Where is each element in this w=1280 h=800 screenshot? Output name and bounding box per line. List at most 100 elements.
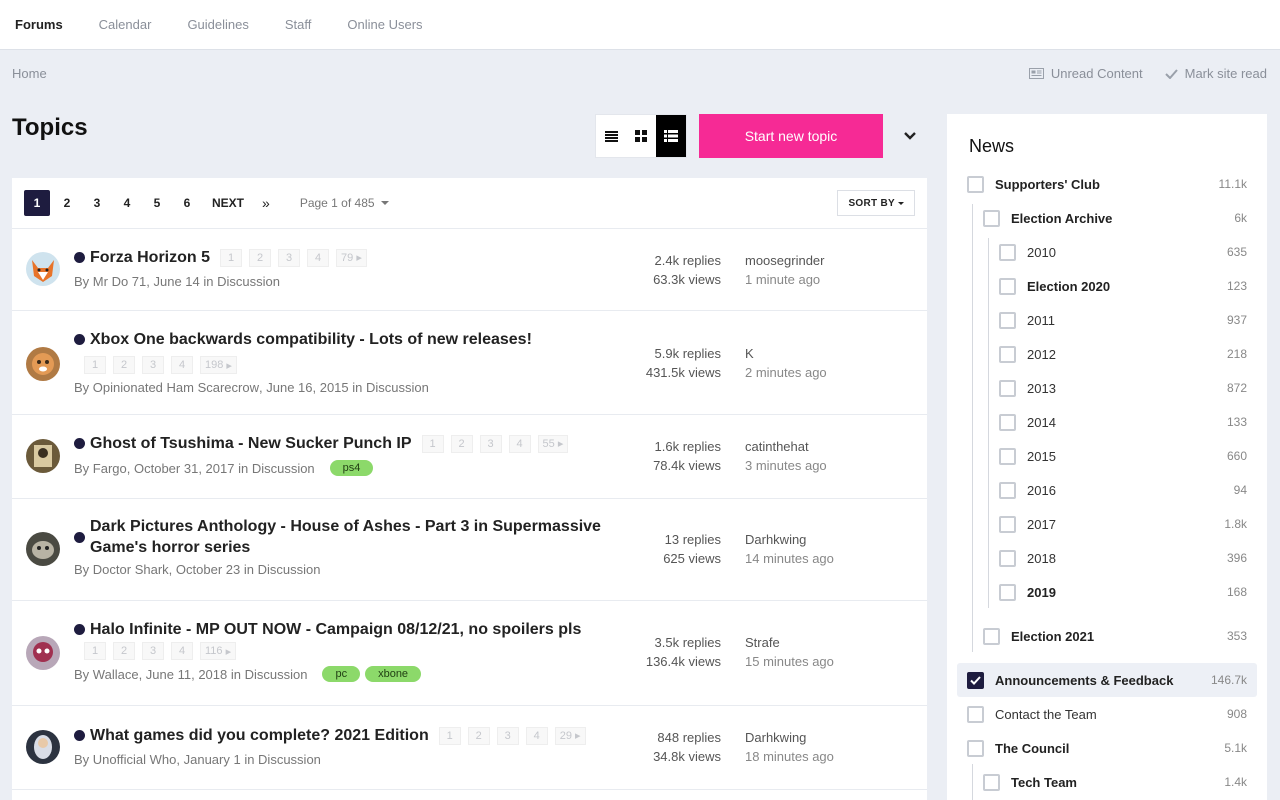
checkbox-checked[interactable] — [967, 671, 984, 689]
checkbox[interactable] — [999, 345, 1016, 363]
topic-author[interactable]: Fargo — [93, 461, 127, 476]
next-page-link[interactable]: NEXT — [212, 196, 244, 210]
topic-page-link[interactable]: 4 — [171, 642, 193, 660]
checkbox[interactable] — [999, 277, 1016, 295]
forum-item[interactable]: 2019 168 — [999, 575, 1247, 609]
topic-page-link[interactable]: 4 — [171, 356, 193, 374]
forum-item[interactable]: 2017 1.8k — [999, 507, 1247, 541]
topic-author[interactable]: Mr Do 71 — [93, 274, 146, 289]
avatar[interactable] — [26, 252, 60, 286]
forum-item-selected[interactable]: Announcements & Feedback 146.7k — [957, 663, 1257, 697]
nav-guidelines[interactable]: Guidelines — [187, 17, 248, 32]
mark-site-read-link[interactable]: Mark site read — [1164, 66, 1267, 81]
chevron-down-icon[interactable] — [902, 128, 918, 144]
unread-content-link[interactable]: Unread Content — [1028, 66, 1143, 81]
topic-page-link[interactable]: 1 — [84, 642, 106, 660]
last-poster[interactable]: Darhkwing — [745, 728, 834, 747]
topic-page-link[interactable]: 2 — [467, 726, 490, 745]
checkbox[interactable] — [999, 481, 1016, 499]
checkbox[interactable] — [967, 739, 984, 757]
topic-page-link[interactable]: 3 — [278, 248, 301, 267]
topic-page-link[interactable]: 4 — [525, 726, 548, 745]
last-post-time[interactable]: 18 minutes ago — [745, 747, 834, 766]
checkbox[interactable] — [999, 243, 1016, 261]
topic-page-link[interactable]: 4 — [508, 434, 531, 453]
topic-page-link[interactable]: 2 — [450, 434, 473, 453]
checkbox[interactable] — [999, 311, 1016, 329]
last-post-time[interactable]: 1 minute ago — [745, 270, 825, 289]
topic-page-link[interactable]: 2 — [113, 356, 135, 374]
forum-item[interactable]: Contact the Team 908 — [967, 697, 1247, 731]
topic-last-page-link[interactable]: 198 ▸ — [200, 356, 237, 374]
topic-page-link[interactable]: 3 — [479, 434, 502, 453]
topic-forum[interactable]: Discussion — [245, 667, 308, 682]
page-link-3[interactable]: 3 — [84, 190, 110, 216]
last-poster[interactable]: K — [745, 344, 827, 363]
forum-item[interactable]: Supporters' Club 11.1k — [967, 167, 1247, 201]
view-table-button[interactable] — [656, 115, 686, 157]
page-link-6[interactable]: 6 — [174, 190, 200, 216]
last-post-time[interactable]: 14 minutes ago — [745, 549, 834, 568]
checkbox[interactable] — [999, 413, 1016, 431]
last-page-link[interactable]: » — [262, 195, 270, 211]
avatar[interactable] — [26, 532, 60, 566]
forum-item[interactable]: Tech Team 1.4k — [983, 765, 1247, 799]
topic-page-link[interactable]: 3 — [142, 642, 164, 660]
forum-item[interactable]: 2018 396 — [999, 541, 1247, 575]
topic-last-page-link[interactable]: 55 ▸ — [537, 434, 569, 453]
nav-online-users[interactable]: Online Users — [347, 17, 422, 32]
breadcrumb-home[interactable]: Home — [12, 66, 47, 81]
topic-page-link[interactable]: 2 — [249, 248, 272, 267]
avatar[interactable] — [26, 730, 60, 764]
tag-pc[interactable]: pc — [322, 666, 361, 682]
nav-staff[interactable]: Staff — [285, 17, 312, 32]
last-post-time[interactable]: 2 minutes ago — [745, 363, 827, 382]
topic-page-link[interactable]: 1 — [421, 434, 444, 453]
forum-item[interactable]: Election Archive 6k — [983, 201, 1247, 235]
checkbox[interactable] — [999, 447, 1016, 465]
forum-item[interactable]: 2010 635 — [999, 235, 1247, 269]
topic-last-page-link[interactable]: 116 ▸ — [200, 642, 237, 660]
checkbox[interactable] — [999, 379, 1016, 397]
topic-author[interactable]: Opinionated Ham Scarecrow — [93, 380, 259, 395]
forum-item[interactable]: 2014 133 — [999, 405, 1247, 439]
forum-item[interactable]: 2015 660 — [999, 439, 1247, 473]
avatar[interactable] — [26, 636, 60, 670]
topic-page-link[interactable]: 1 — [438, 726, 461, 745]
topic-page-link[interactable]: 1 — [84, 356, 106, 374]
start-new-topic-button[interactable]: Start new topic — [699, 114, 883, 158]
checkbox[interactable] — [967, 705, 984, 723]
tag-ps4[interactable]: ps4 — [329, 460, 374, 476]
checkbox[interactable] — [999, 549, 1016, 567]
checkbox[interactable] — [999, 583, 1016, 601]
topic-page-link[interactable]: 4 — [307, 248, 330, 267]
topic-title[interactable]: What games did you complete? 2021 Editio… — [90, 725, 429, 746]
forum-item[interactable]: 2013 872 — [999, 371, 1247, 405]
topic-author[interactable]: Wallace — [93, 667, 139, 682]
page-link-1[interactable]: 1 — [24, 190, 50, 216]
last-post-time[interactable]: 15 minutes ago — [745, 652, 834, 671]
sort-by-button[interactable]: SORT BY — [837, 190, 915, 216]
topic-forum[interactable]: Discussion — [258, 562, 321, 577]
view-list-button[interactable] — [596, 115, 626, 157]
last-poster[interactable]: catinthehat — [745, 437, 827, 456]
topic-last-page-link[interactable]: 79 ▸ — [336, 248, 367, 267]
forum-item[interactable]: 2012 218 — [999, 337, 1247, 371]
forum-item[interactable]: 2011 937 — [999, 303, 1247, 337]
topic-last-page-link[interactable]: 29 ▸ — [554, 726, 586, 745]
topic-forum[interactable]: Discussion — [366, 380, 429, 395]
checkbox[interactable] — [967, 175, 984, 193]
page-link-2[interactable]: 2 — [54, 190, 80, 216]
last-poster[interactable]: Strafe — [745, 633, 834, 652]
page-jump-dropdown[interactable]: Page 1 of 485 — [300, 196, 389, 210]
topic-forum[interactable]: Discussion — [252, 461, 315, 476]
forum-item[interactable]: Election 2021 353 — [983, 619, 1247, 653]
topic-author[interactable]: Doctor Shark — [93, 562, 169, 577]
topic-forum[interactable]: Discussion — [258, 752, 321, 767]
forum-item[interactable]: 2016 94 — [999, 473, 1247, 507]
topic-author[interactable]: Unofficial Who — [93, 752, 177, 767]
last-poster[interactable]: Darhkwing — [745, 530, 834, 549]
topic-forum[interactable]: Discussion — [217, 274, 280, 289]
topic-title[interactable]: Forza Horizon 5 — [90, 247, 210, 268]
topic-page-link[interactable]: 1 — [220, 248, 243, 267]
